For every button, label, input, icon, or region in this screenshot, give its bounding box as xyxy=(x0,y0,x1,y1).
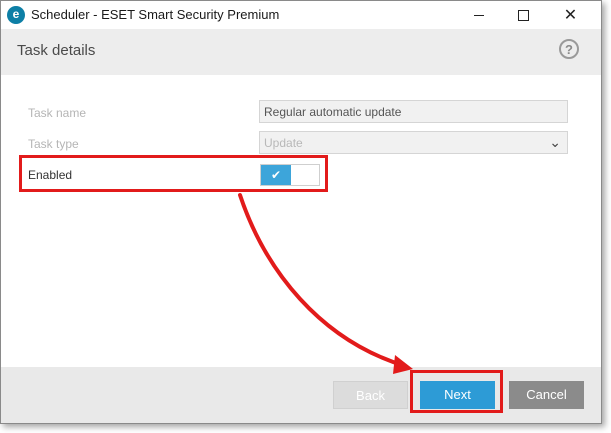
title-bar: e Scheduler - ESET Smart Security Premiu… xyxy=(1,1,601,29)
task-details-form: Task name Regular automatic update Task … xyxy=(1,75,601,367)
task-name-label: Task name xyxy=(28,106,87,120)
eset-app-icon: e xyxy=(7,6,25,24)
maximize-button[interactable] xyxy=(501,1,546,29)
enabled-row-highlight xyxy=(19,155,328,192)
close-icon: ✕ xyxy=(563,7,578,24)
task-type-label: Task type xyxy=(28,137,79,151)
page-title: Task details xyxy=(17,42,96,59)
back-button[interactable]: Back xyxy=(333,381,408,409)
page-header: Task details ? xyxy=(1,29,601,75)
task-type-select: Update ⌄ xyxy=(259,131,568,154)
help-icon[interactable]: ? xyxy=(559,39,579,59)
window-title: Scheduler - ESET Smart Security Premium xyxy=(31,7,280,22)
cancel-button[interactable]: Cancel xyxy=(509,381,584,409)
task-name-field: Regular automatic update xyxy=(259,100,568,123)
maximize-icon xyxy=(518,9,529,21)
minimize-icon xyxy=(473,14,484,16)
chevron-down-icon: ⌄ xyxy=(549,134,561,150)
close-button[interactable]: ✕ xyxy=(548,1,593,29)
footer-bar: Back Next Cancel xyxy=(1,367,601,423)
next-button-highlight xyxy=(410,370,503,413)
minimize-button[interactable] xyxy=(456,1,501,29)
scheduler-window: e Scheduler - ESET Smart Security Premiu… xyxy=(0,0,602,424)
task-type-value: Update xyxy=(264,136,303,150)
